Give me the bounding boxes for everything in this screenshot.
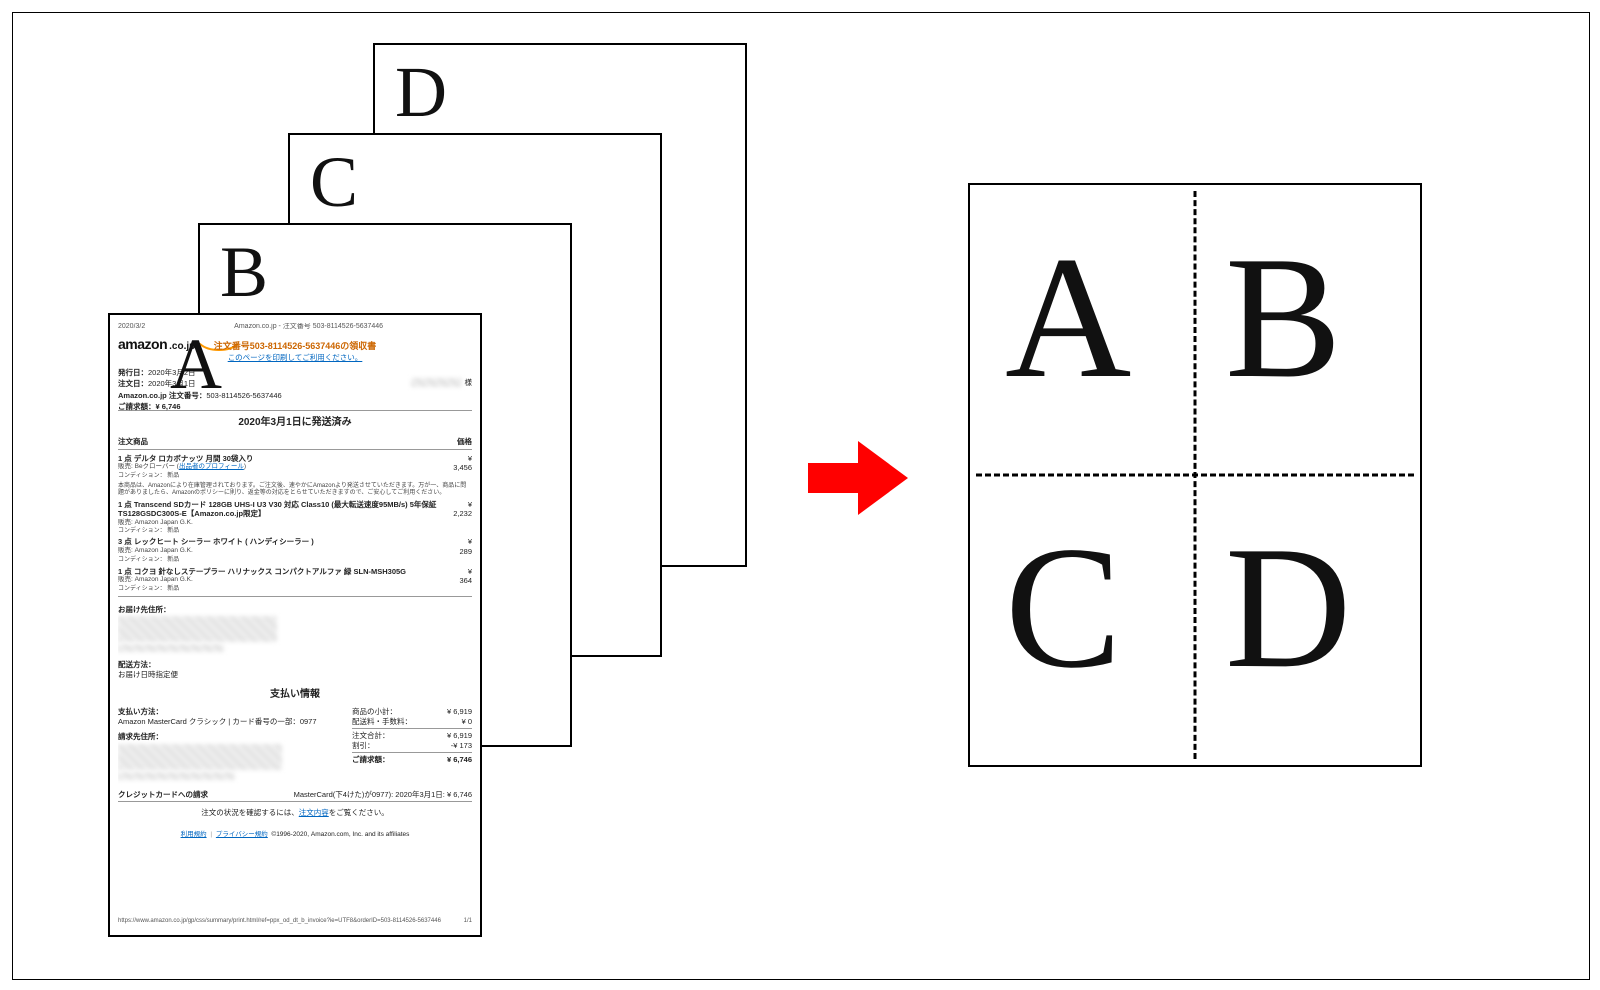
subtotal-label: 商品の小計： [352,707,397,716]
sample-receipt: 2020/3/2 Amazon.co.jp - 注文番号 503-8114526… [118,323,472,927]
quadrant-label-a: A [1005,230,1131,405]
order-item: 3 点 レックヒート シーラー ホワイト ( ハンディシーラー ) 販売: Am… [118,537,472,556]
item-price: 364 [459,576,472,585]
receipt-print-date: 2020/3/2 [118,323,145,332]
item-name: 1 点 Transcend SDカード 128GB UHS-I U3 V30 対… [118,500,436,518]
page-label-c: C [310,141,358,224]
order-item: 1 点 Transcend SDカード 128GB UHS-I U3 V30 対… [118,500,472,527]
discount-label: 割引： [352,741,375,750]
grand-label: ご請求額： [352,755,390,764]
page-label-a: A [170,323,222,406]
cc-charge-label: クレジットカードへの請求 [118,790,208,799]
shipped-heading: 2020年3月1日に発送済み [118,417,472,430]
page-number: 1/1 [464,918,472,926]
issued-label: 発行日： [118,368,148,377]
item-seller: 販売: Amazon Japan G.K. [118,576,453,584]
footer-url: https://www.amazon.co.jp/gp/css/summary/… [118,918,441,926]
item-price: 289 [459,547,472,556]
item-condition: コンディション： 新品 [118,557,472,565]
pay-method-value: Amazon MasterCard クラシック | カード番号の一部：0977 [118,717,317,726]
discount-value: -¥ 173 [451,741,472,750]
order-date-label: 注文日： [118,379,148,388]
order-details-link: 注文内容 [299,808,329,817]
arrow-icon [803,433,913,523]
order-item: 1 点 コクヨ 針なしステープラー ハリナックス コンパクトアルファ 緑 SLN… [118,567,472,586]
privacy-link: プライバシー規約 [216,831,268,838]
item-condition: コンディション： 新品 [118,473,472,481]
quadrant-label-c: C [1005,520,1122,695]
confirm-prefix: 注文の状況を確認するには、 [201,808,299,817]
footer-sep: | [210,831,212,838]
pay-method-label: 支払い方法： [118,707,163,716]
item-currency: ¥ [468,537,472,546]
seller-profile-link: 出品者のプロフィール [179,463,244,470]
amazon-logo-text: amazon [118,336,167,354]
payment-heading: 支払い情報 [118,689,472,702]
item-currency: ¥ [468,567,472,576]
col-price: 価格 [457,437,472,446]
page-stack: D C B A 2020/3/2 Amazon.co.jp - 注文番号 503… [108,43,748,953]
stacked-page-a: A 2020/3/2 Amazon.co.jp - 注文番号 503-81145… [108,313,482,937]
quadrant-label-b: B [1225,230,1342,405]
order-item: 1 点 デルタ ロカボナッツ 月間 30袋入り 販売: Beクローバー (出品者… [118,454,472,473]
ship-method-label: 配送方法： [118,660,472,669]
item-seller: 販売: Amazon Japan G.K. [118,519,447,527]
grand-value: ¥ 6,746 [447,755,472,764]
subtotal-value: ¥ 6,919 [447,707,472,716]
order-total-value: ¥ 6,919 [447,731,472,740]
item-currency: ¥ [468,454,472,463]
shipping-value: ¥ 0 [462,717,472,726]
honorific: 様 [465,378,473,387]
item-name: 1 点 コクヨ 針なしステープラー ハリナックス コンパクトアルファ 緑 SLN… [118,567,406,576]
cc-charge-value: MasterCard(下4けた)が0977): 2020年3月1日: ¥ 6,7… [294,790,472,799]
customer-name-redacted: xxxx [411,378,462,387]
item-price: 2,232 [453,509,472,518]
fold-line-horizontal [976,474,1414,477]
ship-to-redacted-2 [118,644,224,652]
ship-to-label: お届け先住所： [118,605,472,614]
item-condition: コンディション： 新品 [118,528,472,536]
diagram-frame: D C B A 2020/3/2 Amazon.co.jp - 注文番号 503… [12,12,1590,980]
item-seller-suffix: ) [244,463,246,470]
billed-label: ご請求額： [118,402,156,411]
item-seller-prefix: 販売: Beクローバー ( [118,463,179,470]
copyright-text: ©1996-2020, Amazon.com, Inc. and its aff… [271,831,409,838]
bill-to-redacted-2 [118,772,235,780]
item-currency: ¥ [468,500,472,509]
combined-page: A B C D [968,183,1422,767]
confirm-suffix: をご覧ください。 [329,808,389,817]
item-fulfillment-note: 本商品は、Amazonにより在庫管理されております。ご注文後、速やかにAmazo… [118,483,472,498]
page-label-d: D [395,51,447,134]
terms-link: 利用規約 [181,831,207,838]
shipping-label: 配送料・手数料： [352,717,412,726]
receipt-header-center: Amazon.co.jp - 注文番号 503-8114526-5637446 [234,323,383,332]
bill-to-redacted [118,744,282,770]
item-name: 3 点 レックヒート シーラー ホワイト ( ハンディシーラー ) [118,537,314,546]
bill-to-label: 請求先住所： [118,732,163,741]
page-label-b: B [220,231,268,314]
item-price: 3,456 [453,463,472,472]
item-seller: 販売: Amazon Japan G.K. [118,547,453,555]
quadrant-label-d: D [1225,520,1351,695]
item-condition: コンディション： 新品 [118,586,472,594]
ship-to-redacted [118,616,277,642]
col-items: 注文商品 [118,437,148,446]
item-name: 1 点 デルタ ロカボナッツ 月間 30袋入り [118,454,253,463]
ship-method-value: お届け日時指定便 [118,670,472,679]
order-total-label: 注文合計： [352,731,390,740]
